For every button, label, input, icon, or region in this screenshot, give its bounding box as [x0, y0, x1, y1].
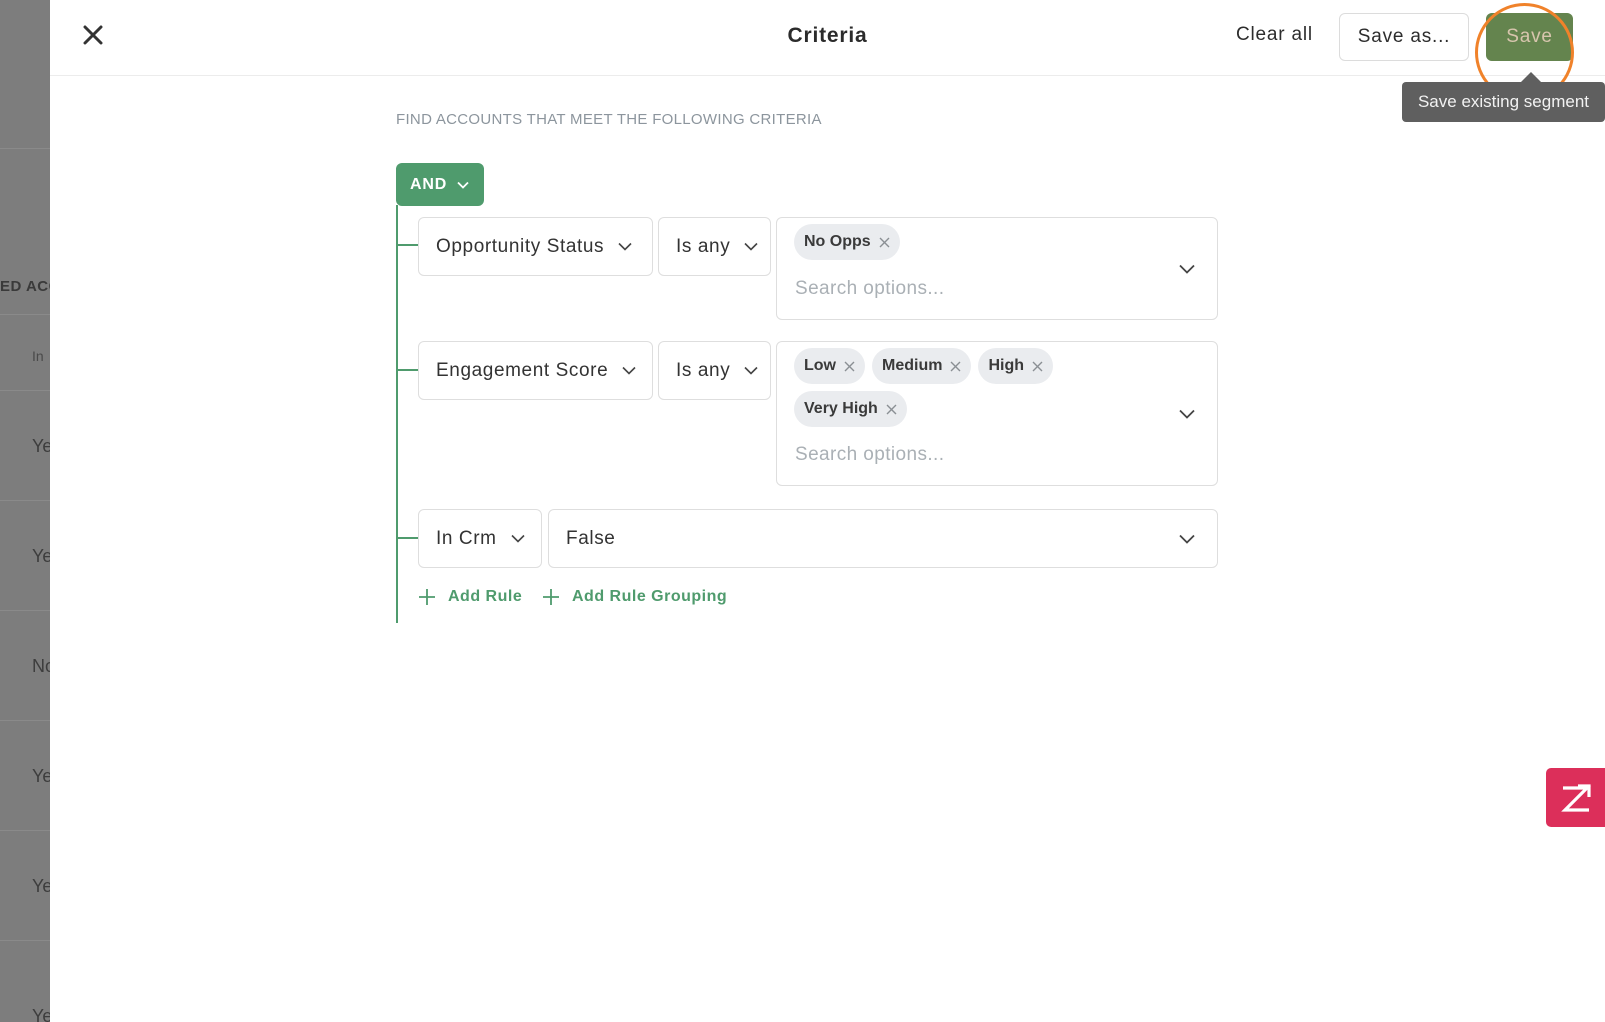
logic-operator-dropdown[interactable]: AND: [396, 163, 484, 206]
value-chip: Medium: [872, 348, 972, 384]
background-row-text: Ye: [32, 876, 50, 896]
save-tooltip: Save existing segment: [1402, 82, 1605, 122]
search-options-input[interactable]: [795, 278, 1135, 300]
search-options-input[interactable]: [795, 444, 1135, 466]
zendesk-widget-button[interactable]: [1546, 768, 1605, 827]
chevron-down-icon: [744, 366, 758, 375]
background-divider: [0, 940, 50, 941]
chip-label: Medium: [882, 357, 943, 374]
background-divider: [0, 314, 50, 315]
chip-label: Very High: [804, 400, 878, 417]
value-chip: Very High: [794, 391, 907, 427]
zendesk-icon: [1559, 781, 1593, 815]
chevron-down-icon: [511, 534, 525, 543]
rule-field-select[interactable]: In Crm: [418, 509, 542, 568]
rule-field-label: In Crm: [436, 527, 497, 549]
chevron-down-icon: [1179, 534, 1195, 544]
rule-tree-line: [396, 205, 398, 623]
rule-value-label: False: [566, 527, 616, 549]
chip-label: High: [988, 357, 1024, 374]
chip-remove-icon[interactable]: [879, 237, 890, 248]
value-chip: No Opps: [794, 224, 900, 260]
background-divider: [0, 830, 50, 831]
rule-tree-branch: [396, 244, 418, 246]
logic-operator-label: AND: [410, 175, 448, 193]
close-icon: [83, 25, 103, 50]
chip-remove-icon[interactable]: [844, 361, 855, 372]
clear-all-button[interactable]: Clear all: [1236, 24, 1313, 46]
rule-tree-branch: [396, 369, 418, 371]
rule-field-label: Engagement Score: [436, 359, 609, 381]
add-rule-label: Add Rule: [448, 588, 523, 605]
selected-values: No Opps: [794, 224, 900, 260]
criteria-section-label: FIND ACCOUNTS THAT MEET THE FOLLOWING CR…: [396, 111, 822, 128]
value-chip: Low: [794, 348, 865, 384]
selected-values: Low Medium High Very High: [794, 348, 1074, 427]
background-divider: [0, 720, 50, 721]
chip-remove-icon[interactable]: [950, 361, 961, 372]
background-column-header: ED ACC: [0, 278, 50, 295]
add-rule-grouping-button[interactable]: Add Rule Grouping: [542, 588, 727, 606]
save-as-button[interactable]: Save as...: [1339, 13, 1469, 61]
background-row-text: Ye: [32, 436, 50, 456]
rule-values-multiselect[interactable]: No Opps: [776, 217, 1218, 320]
rule-operator-select[interactable]: Is any: [658, 217, 771, 276]
rule-operator-select[interactable]: Is any: [658, 341, 771, 400]
add-rule-button[interactable]: Add Rule: [418, 588, 522, 606]
rule-operator-label: Is any: [676, 359, 731, 381]
chevron-down-icon[interactable]: [1179, 264, 1195, 274]
modal-header: Criteria Clear all Save as... Save: [50, 0, 1605, 102]
rule-field-label: Opportunity Status: [436, 235, 605, 257]
background-subheader: In: [32, 348, 44, 364]
close-button[interactable]: [78, 22, 108, 52]
background-row-text: Ye: [32, 546, 50, 566]
background-divider: [0, 610, 50, 611]
background-row-text: No: [32, 656, 50, 676]
rule-field-select[interactable]: Engagement Score: [418, 341, 653, 400]
rule-field-select[interactable]: Opportunity Status: [418, 217, 653, 276]
chevron-down-icon: [618, 242, 632, 251]
chevron-down-icon: [457, 176, 469, 194]
chip-remove-icon[interactable]: [1032, 361, 1043, 372]
value-chip: High: [978, 348, 1053, 384]
background-divider: [0, 390, 50, 391]
rule-values-multiselect[interactable]: Low Medium High Very High: [776, 341, 1218, 486]
chip-label: Low: [804, 357, 836, 374]
background-row-text: Ye: [32, 1006, 50, 1022]
chevron-down-icon: [622, 366, 636, 375]
background-page: ED ACC In Ye Ye No Ye Ye Ye: [0, 0, 50, 1022]
criteria-modal: Criteria Clear all Save as... Save Save …: [50, 0, 1605, 1022]
background-divider: [0, 500, 50, 501]
save-button[interactable]: Save: [1486, 13, 1573, 61]
chevron-down-icon[interactable]: [1179, 409, 1195, 419]
add-rule-grouping-label: Add Rule Grouping: [572, 588, 728, 605]
chevron-down-icon: [744, 242, 758, 251]
rule-value-select[interactable]: False: [548, 509, 1218, 568]
chip-remove-icon[interactable]: [886, 404, 897, 415]
tooltip-arrow: [1521, 72, 1541, 82]
background-divider: [0, 148, 50, 149]
rule-operator-label: Is any: [676, 235, 731, 257]
plus-icon: [542, 588, 560, 606]
plus-icon: [418, 588, 436, 606]
rule-tree-branch: [396, 537, 418, 539]
chip-label: No Opps: [804, 233, 871, 250]
background-row-text: Ye: [32, 766, 50, 786]
